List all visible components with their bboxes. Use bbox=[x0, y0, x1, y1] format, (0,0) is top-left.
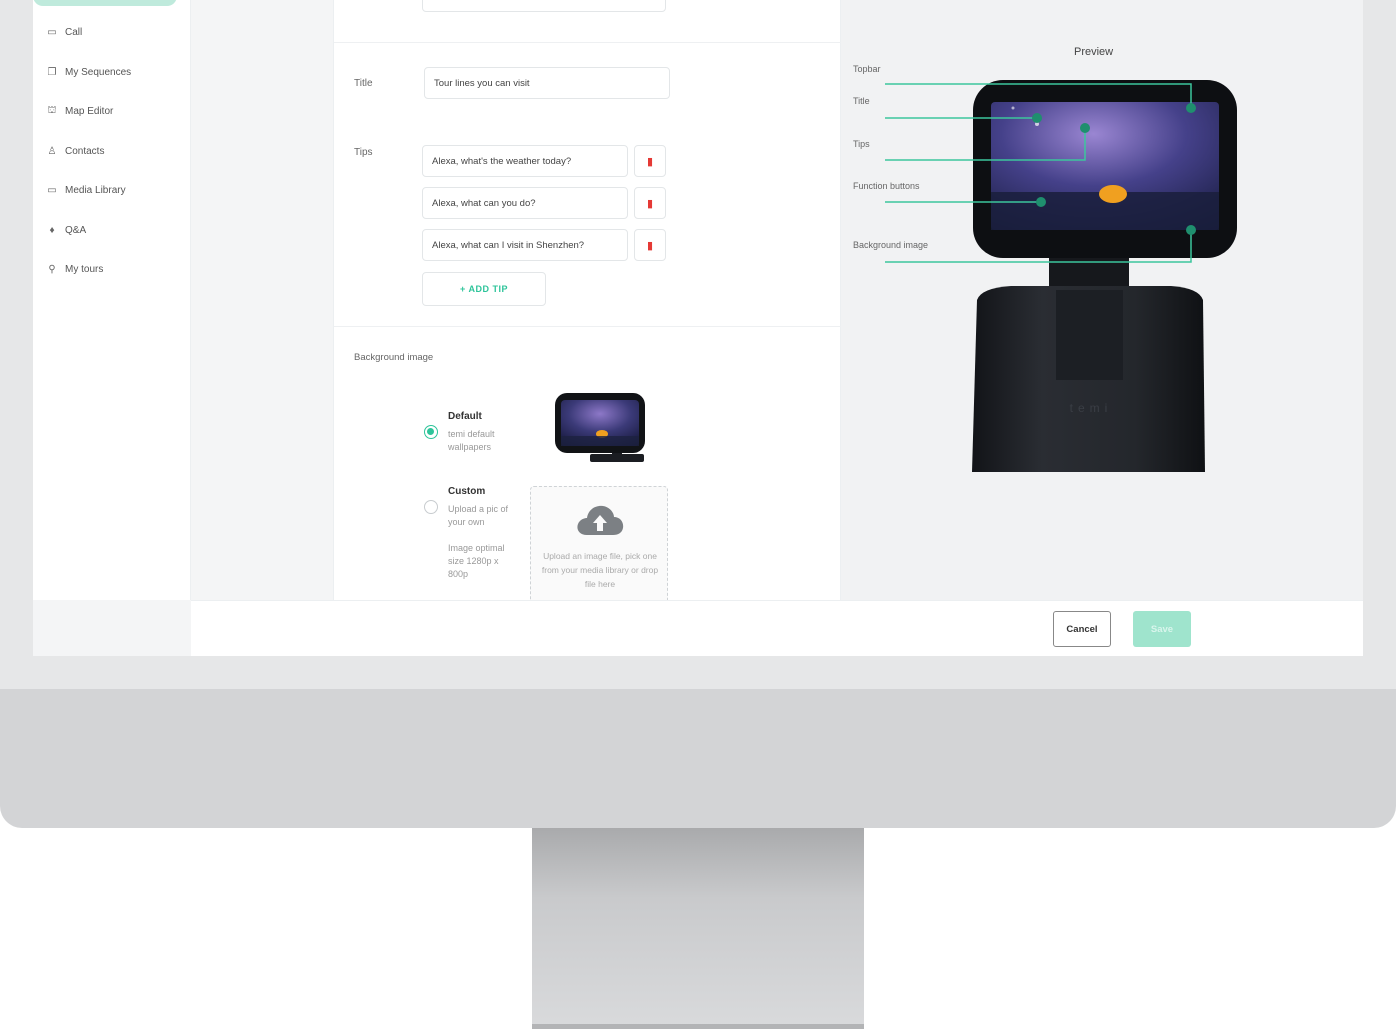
tours-icon: ⚲ bbox=[48, 263, 56, 275]
sidebar-item-contacts[interactable]: ♙ Contacts bbox=[45, 141, 105, 161]
tip-input[interactable]: Alexa, what can I visit in Shenzhen? bbox=[422, 229, 628, 261]
sidebar-active-item[interactable] bbox=[33, 0, 177, 6]
sidebar-item-label: My Sequences bbox=[65, 66, 132, 78]
title-label: Title bbox=[354, 78, 373, 89]
topbar-field[interactable] bbox=[422, 0, 666, 12]
sidebar-item-qa[interactable]: ♦ Q&A bbox=[45, 220, 86, 240]
default-background-radio[interactable] bbox=[424, 425, 438, 439]
folder-icon: ▭ bbox=[47, 184, 57, 196]
custom-background-radio[interactable] bbox=[424, 500, 438, 514]
trash-icon: ▮ bbox=[646, 197, 654, 210]
sidebar: ▭ Call ❐ My Sequences ⛫ Map Editor ♙ Con… bbox=[33, 0, 191, 600]
sidebar-item-label: My tours bbox=[65, 263, 104, 275]
cloud-upload-icon bbox=[577, 505, 624, 535]
divider bbox=[334, 326, 842, 327]
tip-input[interactable]: Alexa, what's the weather today? bbox=[422, 145, 628, 177]
video-camera-icon: ▭ bbox=[47, 26, 57, 38]
person-icon: ♙ bbox=[47, 145, 57, 157]
tour-settings-form: Title Tour lines you can visit Tips Alex… bbox=[333, 0, 842, 606]
sidebar-item-my-sequences[interactable]: ❐ My Sequences bbox=[45, 62, 132, 82]
cancel-button[interactable]: Cancel bbox=[1053, 611, 1111, 647]
monitor-stand bbox=[532, 828, 864, 1029]
delete-tip-button[interactable]: ▮ bbox=[634, 145, 666, 177]
sidebar-item-label: Media Library bbox=[65, 184, 126, 196]
microphone-icon: ♦ bbox=[49, 224, 55, 236]
default-option-description: temi default wallpapers bbox=[448, 429, 495, 452]
sidebar-item-my-tours[interactable]: ⚲ My tours bbox=[45, 259, 103, 279]
sidebar-item-label: Contacts bbox=[65, 145, 105, 157]
divider bbox=[334, 42, 842, 43]
upload-hint-text: Upload an image file, pick one from your… bbox=[541, 551, 659, 589]
custom-option-description: Upload a pic of your own bbox=[448, 504, 509, 527]
robot-preview-illustration: temi bbox=[885, 80, 1237, 472]
default-wallpaper-thumbnail[interactable] bbox=[554, 392, 646, 464]
app-screen: ▭ Call ❐ My Sequences ⛫ Map Editor ♙ Con… bbox=[33, 0, 1363, 656]
delete-tip-button[interactable]: ▮ bbox=[634, 187, 666, 219]
map-icon: ⛫ bbox=[47, 104, 57, 116]
trash-icon: ▮ bbox=[646, 239, 654, 252]
sidebar-item-call[interactable]: ▭ Call bbox=[45, 22, 82, 42]
sidebar-item-label: Call bbox=[65, 26, 83, 38]
image-upload-dropzone[interactable]: Upload an image file, pick one from your… bbox=[530, 486, 668, 606]
title-input[interactable]: Tour lines you can visit bbox=[424, 67, 670, 99]
custom-image-size-hint: Image optimal size 1280p x 800p bbox=[448, 543, 505, 579]
tips-label: Tips bbox=[354, 147, 373, 158]
robot-logo-text: temi bbox=[1070, 401, 1113, 415]
background-image-label: Background image bbox=[354, 352, 434, 363]
sidebar-item-label: Q&A bbox=[65, 224, 87, 236]
default-option-title: Default bbox=[448, 411, 482, 422]
delete-tip-button[interactable]: ▮ bbox=[634, 229, 666, 261]
sidebar-item-media-library[interactable]: ▭ Media Library bbox=[45, 180, 126, 200]
sidebar-item-label: Map Editor bbox=[65, 105, 114, 117]
add-tip-button[interactable]: + ADD TIP bbox=[422, 272, 546, 306]
save-button[interactable]: Save bbox=[1133, 611, 1191, 647]
copy-icon: ❐ bbox=[47, 66, 57, 78]
tip-input[interactable]: Alexa, what can you do? bbox=[422, 187, 628, 219]
custom-option-title: Custom bbox=[448, 486, 486, 497]
trash-icon: ▮ bbox=[646, 155, 654, 168]
sidebar-item-map-editor[interactable]: ⛫ Map Editor bbox=[45, 101, 113, 121]
